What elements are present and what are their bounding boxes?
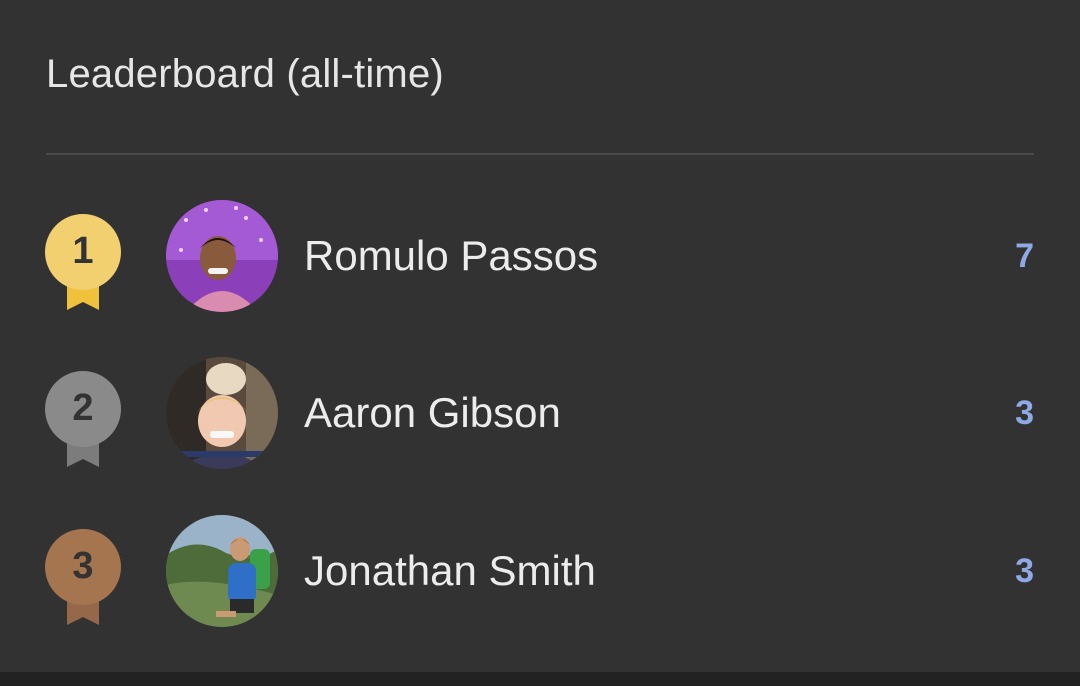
rank-number: 1: [72, 230, 94, 272]
leaderboard-row[interactable]: 2 Aaron Gibson 3: [0, 353, 1080, 473]
rank-number: 3: [72, 545, 94, 587]
player-name: Jonathan Smith: [304, 547, 596, 594]
leaderboard-card: Leaderboard (all-time) 1 Romulo Passos 7…: [0, 0, 1080, 672]
player-score: 3: [1015, 552, 1034, 590]
bottom-divider: [0, 672, 1080, 686]
rank-number: 2: [72, 387, 94, 429]
avatar[interactable]: [166, 357, 278, 469]
silver-medal-icon: 2: [45, 371, 121, 469]
player-score: 7: [1015, 237, 1034, 275]
player-name: Aaron Gibson: [304, 389, 561, 436]
divider: [46, 153, 1034, 155]
avatar[interactable]: [166, 200, 278, 312]
leaderboard-row[interactable]: 3 Jonathan Smith 3: [0, 511, 1080, 631]
gold-medal-icon: 1: [45, 214, 121, 312]
player-score: 3: [1015, 394, 1034, 432]
leaderboard-row[interactable]: 1 Romulo Passos 7: [0, 196, 1080, 316]
bronze-medal-icon: 3: [45, 529, 121, 627]
leaderboard-title: Leaderboard (all-time): [46, 52, 444, 96]
avatar[interactable]: [166, 515, 278, 627]
player-name: Romulo Passos: [304, 232, 599, 279]
